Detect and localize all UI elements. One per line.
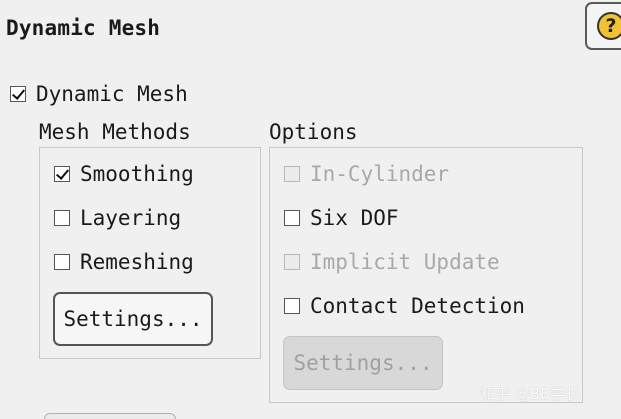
implicit-update-checkbox-row: Implicit Update bbox=[284, 250, 500, 274]
smoothing-checkbox[interactable] bbox=[54, 166, 70, 182]
implicit-update-label: Implicit Update bbox=[310, 250, 500, 274]
in-cylinder-label: In-Cylinder bbox=[310, 162, 450, 186]
smoothing-label: Smoothing bbox=[80, 162, 194, 186]
six-dof-label: Six DOF bbox=[310, 206, 399, 230]
remeshing-label: Remeshing bbox=[80, 250, 194, 274]
watermark: 知乎 @BB学长 bbox=[480, 385, 581, 403]
dynamic-mesh-checkbox-row[interactable]: Dynamic Mesh bbox=[10, 82, 188, 106]
question-mark-icon: ? bbox=[597, 12, 621, 40]
six-dof-checkbox[interactable] bbox=[284, 210, 300, 226]
layering-checkbox[interactable] bbox=[54, 210, 70, 226]
options-settings-button: Settings... bbox=[283, 336, 443, 390]
in-cylinder-checkbox bbox=[284, 166, 300, 182]
smoothing-checkbox-row[interactable]: Smoothing bbox=[54, 162, 194, 186]
remeshing-checkbox-row[interactable]: Remeshing bbox=[54, 250, 194, 274]
dynamic-mesh-panel: Dynamic Mesh ? Dynamic Mesh Mesh Methods… bbox=[0, 0, 621, 419]
mesh-methods-settings-button[interactable]: Settings... bbox=[53, 292, 213, 346]
six-dof-checkbox-row[interactable]: Six DOF bbox=[284, 206, 399, 230]
panel-title: Dynamic Mesh bbox=[6, 16, 161, 40]
contact-detection-label: Contact Detection bbox=[310, 294, 525, 318]
mesh-methods-title: Mesh Methods bbox=[39, 120, 191, 144]
dynamic-mesh-checkbox[interactable] bbox=[10, 86, 26, 102]
layering-checkbox-row[interactable]: Layering bbox=[54, 206, 181, 230]
remeshing-checkbox[interactable] bbox=[54, 254, 70, 270]
implicit-update-checkbox bbox=[284, 254, 300, 270]
layering-label: Layering bbox=[80, 206, 182, 230]
bottom-button-partial[interactable] bbox=[44, 413, 176, 419]
options-title: Options bbox=[269, 120, 358, 144]
contact-detection-checkbox-row[interactable]: Contact Detection bbox=[284, 294, 525, 318]
in-cylinder-checkbox-row: In-Cylinder bbox=[284, 162, 449, 186]
help-button[interactable]: ? bbox=[585, 2, 621, 50]
contact-detection-checkbox[interactable] bbox=[284, 298, 300, 314]
dynamic-mesh-label: Dynamic Mesh bbox=[36, 82, 188, 106]
